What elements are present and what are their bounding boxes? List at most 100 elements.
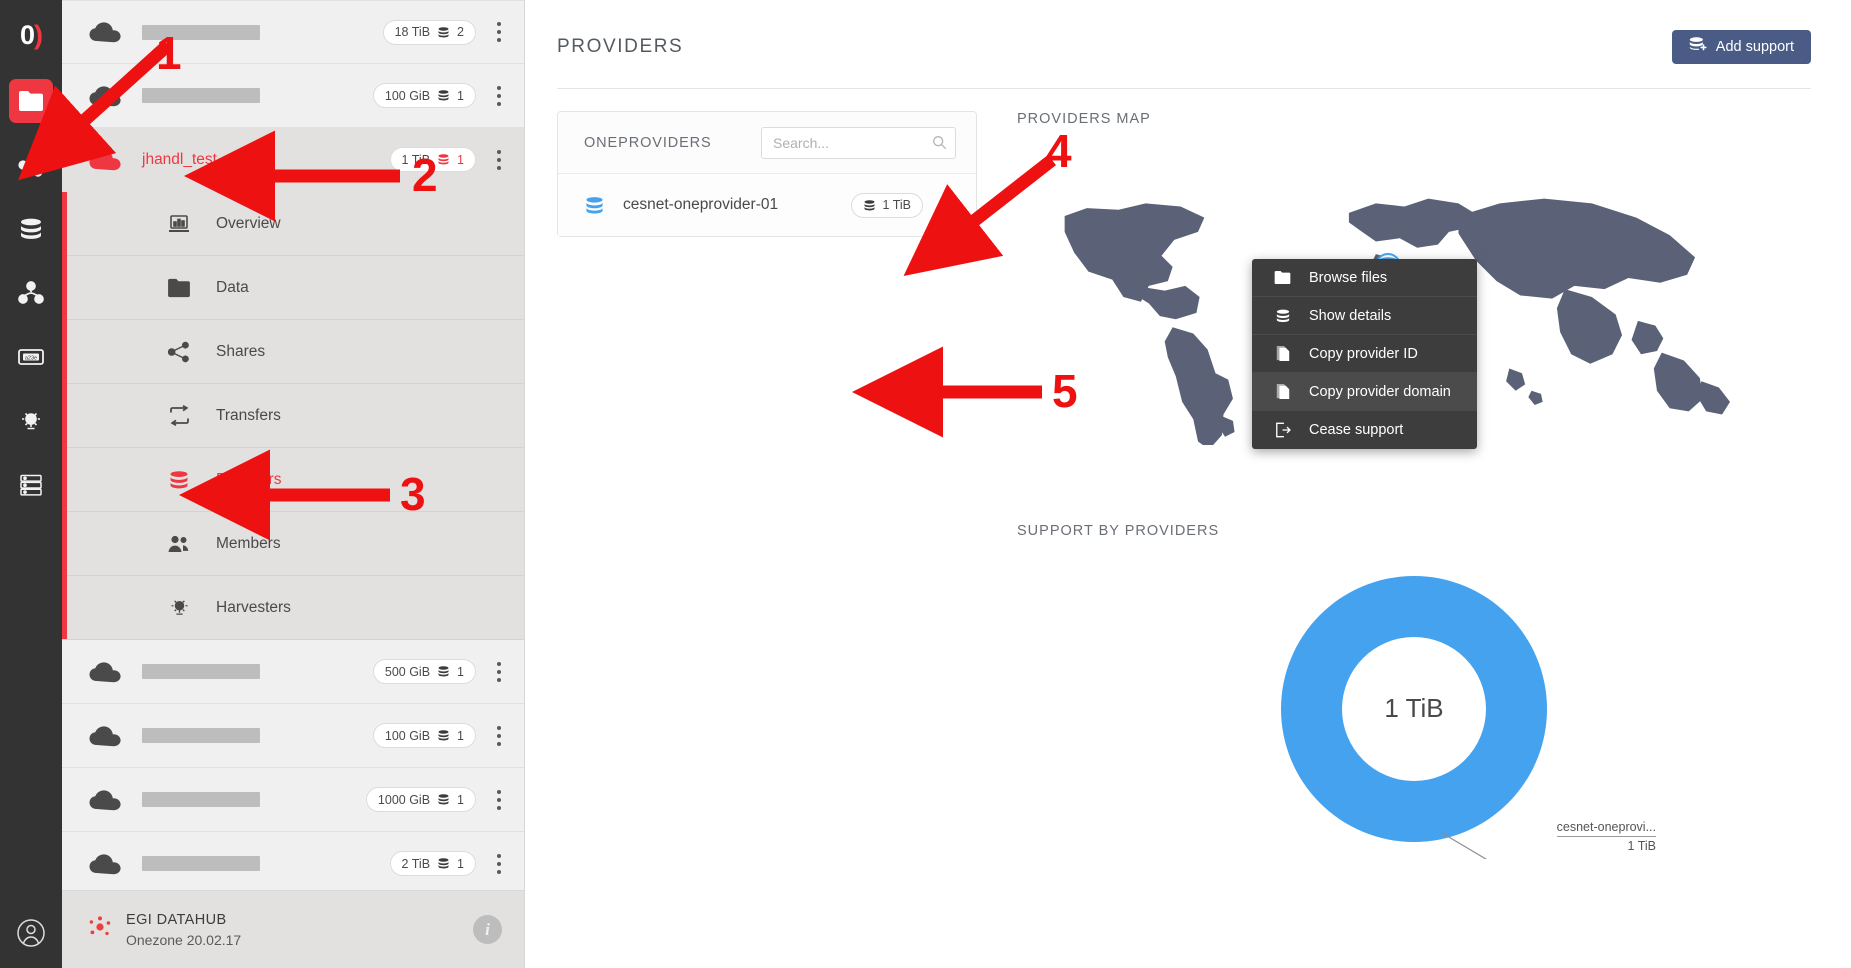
share-icon [162,341,196,363]
submenu-label: Shares [216,343,265,361]
space-meta: 1 TiB 1 [390,138,514,182]
space-size-badge: 1000 GiB 1 [366,787,476,812]
space-kebab-menu[interactable] [484,74,514,118]
submenu-data[interactable]: Data [62,256,524,320]
ctx-label: Cease support [1309,422,1403,438]
submenu-providers[interactable]: Providers [62,448,524,512]
space-row[interactable]: 18 TiB 2 [62,0,524,64]
folder-icon [9,79,53,123]
database-icon [584,195,605,216]
user-avatar-icon[interactable] [0,898,62,968]
copy-icon [1272,345,1293,362]
space-row[interactable]: 100 GiB 1 [62,64,524,128]
space-size: 2 TiB [402,857,431,871]
rail-item-tokens[interactable]: a23e [0,325,62,389]
space-kebab-menu[interactable] [484,650,514,694]
database-icon [1272,308,1293,324]
search-wrap [761,127,956,159]
page-title: PROVIDERS [557,36,683,58]
cloud-icon [88,853,122,875]
support-by-providers-donut-chart[interactable]: 1 TiB cesnet-oneprovi... 1 TiB [1017,559,1811,859]
submenu-shares[interactable]: Shares [62,320,524,384]
search-input[interactable] [761,127,956,159]
rail-item-data[interactable] [0,69,62,133]
rail-item-shares[interactable] [0,133,62,197]
panel-header: ONEPROVIDERS [558,112,976,174]
submenu-label: Members [216,535,281,553]
submenu-label: Transfers [216,407,281,425]
space-row[interactable]: 1000 GiB 1 [62,768,524,832]
main-content: PROVIDERS Add support ONEPROVIDERS [525,0,1851,968]
ctx-show-details[interactable]: Show details [1252,297,1477,335]
selected-space-indicator [62,128,67,639]
donut-callout: cesnet-oneprovi... 1 TiB [1557,820,1656,853]
add-support-label: Add support [1716,39,1794,55]
submenu-label: Overview [216,215,281,233]
space-size-badge: 100 GiB 1 [373,723,476,748]
rail-item-groups[interactable] [0,261,62,325]
ctx-label: Copy provider ID [1309,346,1418,362]
harvester-icon [9,399,53,443]
database-icon [9,207,53,251]
space-name-redacted [142,88,260,103]
harvester-icon [162,596,196,619]
space-name-redacted [142,25,260,40]
submenu-transfers[interactable]: Transfers [62,384,524,448]
ctx-browse-files[interactable]: Browse files [1252,259,1477,297]
space-name-redacted [142,664,260,679]
space-size-badge: 100 GiB 1 [373,83,476,108]
rail-item-providers[interactable] [0,197,62,261]
exit-icon [1272,422,1293,438]
space-row[interactable]: 500 GiB 1 [62,640,524,704]
ctx-copy-provider-domain[interactable]: Copy provider domain [1252,373,1477,411]
panel-title: ONEPROVIDERS [584,135,712,151]
footer-text: EGI DATAHUB Onezone 20.02.17 [126,912,241,948]
rail-item-clusters[interactable] [0,453,62,517]
space-size-badge: 1 TiB 1 [390,147,476,172]
ctx-copy-provider-id[interactable]: Copy provider ID [1252,335,1477,373]
space-size-badge: 2 TiB 1 [390,851,476,876]
provider-size-badge: 1 TiB [851,193,924,218]
provider-row[interactable]: cesnet-oneprovider-01 1 TiB [558,174,976,236]
info-icon[interactable]: i [473,915,502,944]
cloud-icon [88,85,122,107]
left-icon-rail: 0) [0,0,62,968]
space-size: 100 GiB [385,729,430,743]
space-provider-count: 1 [457,665,464,679]
space-name: jhandl_test_project [142,151,272,169]
zone-version: Onezone 20.02.17 [126,932,241,948]
rail-item-harvesters[interactable] [0,389,62,453]
space-kebab-menu[interactable] [484,842,514,886]
space-provider-count: 1 [457,89,464,103]
space-row[interactable]: 2 TiB 1 [62,832,524,890]
space-kebab-menu[interactable] [484,138,514,182]
ctx-label: Browse files [1309,270,1387,286]
provider-name: cesnet-oneprovider-01 [623,196,778,214]
space-row[interactable]: 100 GiB 1 [62,704,524,768]
space-kebab-menu[interactable] [484,778,514,822]
spaces-sidebar: 18 TiB 2 100 GiB 1 [62,0,525,968]
database-icon [162,469,196,491]
ctx-cease-support[interactable]: Cease support [1252,411,1477,449]
svg-text:a23e: a23e [25,355,37,361]
database-add-icon [1689,36,1707,58]
onedata-logo: 0) [20,22,42,49]
space-size: 500 GiB [385,665,430,679]
add-support-button[interactable]: Add support [1672,30,1811,64]
clusters-icon [9,463,53,507]
folder-icon [1272,270,1293,285]
zone-logo-icon [88,915,112,944]
space-kebab-menu[interactable] [484,714,514,758]
overview-icon [162,214,196,234]
ctx-label: Show details [1309,308,1391,324]
submenu-label: Harvesters [216,599,291,617]
space-jhandl_test_project[interactable]: jhandl_test_project 1 TiB 1 [62,128,524,192]
space-provider-count: 2 [457,25,464,39]
submenu-overview[interactable]: Overview [62,192,524,256]
members-icon [162,534,196,554]
cloud-icon [88,789,122,811]
provider-kebab-menu[interactable] [930,183,960,227]
submenu-members[interactable]: Members [62,512,524,576]
space-kebab-menu[interactable] [484,10,514,54]
submenu-harvesters[interactable]: Harvesters [62,576,524,640]
